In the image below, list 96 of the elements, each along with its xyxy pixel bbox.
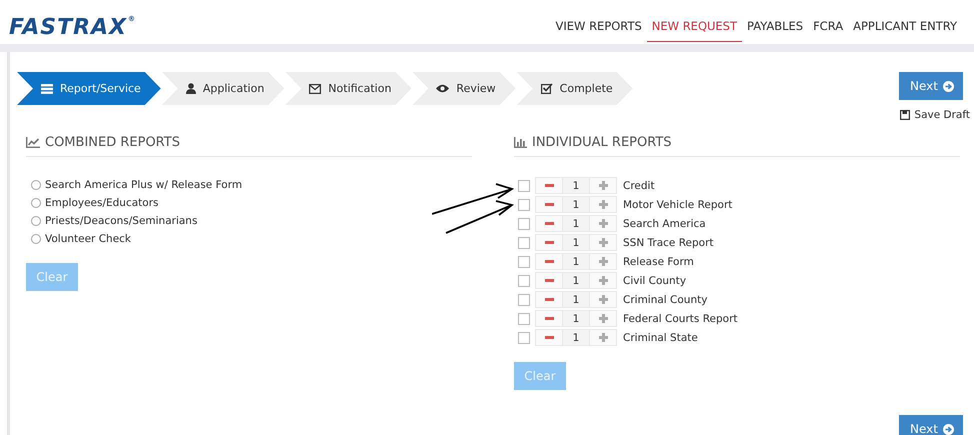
save-draft-link[interactable]: Save Draft [900, 109, 970, 121]
increase-button[interactable] [590, 311, 616, 326]
minus-icon [544, 203, 554, 206]
checkbox[interactable] [518, 198, 530, 210]
quantity-field[interactable]: 1 [562, 235, 590, 250]
quantity-field[interactable]: 1 [562, 292, 590, 307]
report-label: Criminal County [623, 294, 708, 306]
report-label: Motor Vehicle Report [623, 198, 732, 210]
report-label: Search America [623, 218, 706, 230]
option-label: Priests/Deacons/Seminarians [45, 215, 198, 227]
increase-button[interactable] [590, 197, 616, 212]
arrow-circle-icon [943, 424, 954, 434]
minus-icon [544, 317, 554, 320]
section-title: COMBINED REPORTS [45, 135, 180, 150]
plus-icon [598, 219, 608, 228]
increase-button[interactable] [590, 178, 616, 193]
plus-icon [598, 295, 608, 304]
step-tab[interactable]: Application [162, 72, 284, 105]
radio-button[interactable] [31, 216, 41, 226]
increase-button[interactable] [590, 254, 616, 269]
section-title: INDIVIDUAL REPORTS [532, 135, 672, 150]
radio-button[interactable] [31, 234, 41, 244]
minus-icon [544, 336, 554, 339]
quantity-field[interactable]: 1 [562, 216, 590, 231]
checkbox[interactable] [518, 274, 530, 286]
radio-button[interactable] [31, 198, 41, 208]
decrease-button[interactable] [536, 273, 562, 288]
report-label: Federal Courts Report [623, 312, 738, 324]
quantity-field[interactable]: 1 [562, 273, 590, 288]
checkbox[interactable] [518, 294, 530, 306]
plus-icon [598, 276, 608, 285]
quantity-field[interactable]: 1 [562, 311, 590, 326]
list-icon [41, 84, 53, 94]
increase-button[interactable] [590, 216, 616, 231]
minus-icon [544, 222, 554, 225]
step-tab[interactable]: Notification [285, 72, 412, 105]
eye-icon [436, 84, 450, 93]
step-tab[interactable]: Review [412, 72, 516, 105]
quantity-field[interactable]: 1 [562, 254, 590, 269]
plus-icon [598, 181, 608, 190]
nav-link[interactable]: PAYABLES [742, 19, 808, 42]
decrease-button[interactable] [536, 216, 562, 231]
minus-icon [544, 241, 554, 244]
envelope-icon [309, 84, 322, 94]
decrease-button[interactable] [536, 330, 562, 345]
minus-icon [544, 184, 554, 187]
checkbox[interactable] [518, 218, 530, 230]
step-tab[interactable]: Report/Service [17, 72, 161, 105]
option-label: Employees/Educators [45, 197, 159, 209]
nav-link[interactable]: NEW REQUEST [646, 19, 742, 42]
checkbox[interactable] [518, 180, 530, 192]
option-label: Volunteer Check [45, 233, 132, 245]
decrease-button[interactable] [536, 292, 562, 307]
option-label: Search America Plus w/ Release Form [45, 179, 242, 191]
decrease-button[interactable] [536, 254, 562, 269]
report-label: Criminal State [623, 332, 698, 344]
step-tab[interactable]: Complete [516, 72, 633, 105]
nav-link[interactable]: APPLICANT ENTRY [848, 19, 962, 42]
fastrax-logo: FASTRAX [9, 15, 127, 40]
increase-button[interactable] [590, 235, 616, 250]
minus-icon [544, 298, 554, 301]
checkbox[interactable] [518, 332, 530, 344]
report-label: SSN Trace Report [623, 236, 714, 248]
increase-button[interactable] [590, 292, 616, 307]
minus-icon [544, 279, 554, 282]
checkbox-icon [540, 83, 553, 94]
report-label: Civil County [623, 274, 686, 286]
plus-icon [598, 333, 608, 342]
quantity-field[interactable]: 1 [562, 197, 590, 212]
user-icon [186, 83, 196, 94]
decrease-button[interactable] [536, 178, 562, 193]
radio-button[interactable] [31, 180, 41, 190]
decrease-button[interactable] [536, 311, 562, 326]
next-button[interactable]: Next [899, 72, 963, 100]
checkbox[interactable] [518, 256, 530, 268]
next-button[interactable]: Next [899, 415, 963, 435]
increase-button[interactable] [590, 273, 616, 288]
minus-icon [544, 260, 554, 263]
plus-icon [598, 200, 608, 209]
plus-icon [598, 314, 608, 323]
plus-icon [598, 238, 608, 247]
plus-icon [598, 257, 608, 266]
bar-chart-icon [514, 137, 527, 148]
increase-button[interactable] [590, 330, 616, 345]
checkbox[interactable] [518, 312, 530, 324]
line-chart-icon [26, 137, 40, 148]
decrease-button[interactable] [536, 235, 562, 250]
quantity-field[interactable]: 1 [562, 330, 590, 345]
nav-link[interactable]: VIEW REPORTS [550, 19, 647, 42]
report-label: Credit [623, 180, 655, 192]
arrow-circle-icon [943, 80, 954, 92]
decrease-button[interactable] [536, 197, 562, 212]
checkbox[interactable] [518, 236, 530, 248]
nav-link[interactable]: FCRA [808, 19, 848, 42]
report-label: Release Form [623, 256, 694, 268]
quantity-field[interactable]: 1 [562, 178, 590, 193]
